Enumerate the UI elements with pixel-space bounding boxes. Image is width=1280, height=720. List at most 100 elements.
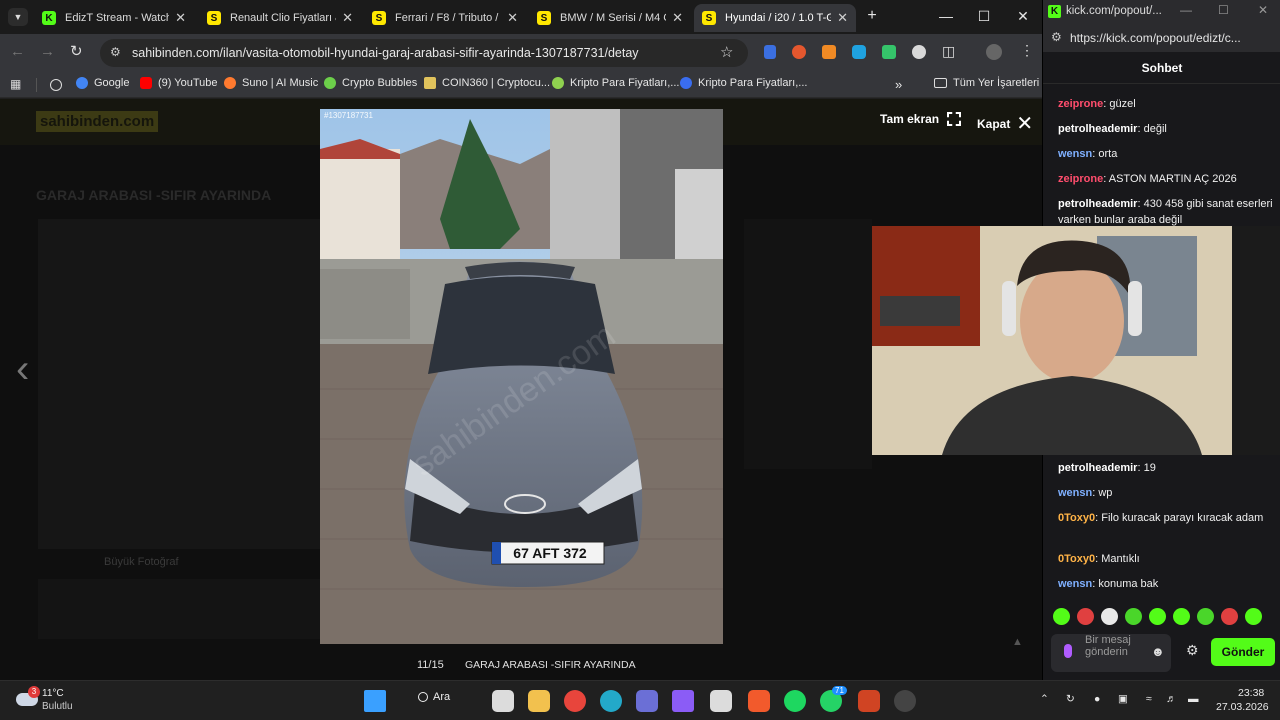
more-bookmarks-icon[interactable]: » xyxy=(895,77,902,92)
emote-icon[interactable] xyxy=(1245,608,1262,625)
forward-icon[interactable]: → xyxy=(40,43,55,60)
teams-icon[interactable] xyxy=(636,690,658,712)
brave-icon[interactable] xyxy=(748,690,770,712)
extension-lightning-icon[interactable] xyxy=(822,45,836,59)
site-settings-icon[interactable]: ⚙ xyxy=(110,45,121,59)
word-icon[interactable] xyxy=(710,690,732,712)
scroll-top-icon[interactable]: ▲ xyxy=(1012,636,1023,648)
start-windows-icon[interactable] xyxy=(364,690,386,712)
extension-shield-icon[interactable] xyxy=(764,45,776,59)
chat-username[interactable]: petrolheademir xyxy=(1058,462,1137,474)
fullscreen-button[interactable]: Tam ekran xyxy=(880,112,962,126)
send-button[interactable]: Gönder xyxy=(1211,638,1275,666)
tab-kick-stream[interactable]: K EdizT Stream - Watch Li ✕ xyxy=(34,4,194,32)
chat-username[interactable]: 0Toxy0 xyxy=(1058,553,1095,565)
clock-date[interactable]: 27.03.2026 xyxy=(1216,701,1269,713)
chat-username[interactable]: zeiprone xyxy=(1058,173,1103,185)
tab-hyundai-i20[interactable]: S Hyundai / i20 / 1.0 T-GD ✕ xyxy=(694,4,856,32)
weather-widget[interactable]: 3 11°C Bulutlu xyxy=(14,686,94,715)
edge-icon[interactable] xyxy=(600,690,622,712)
emote-icon[interactable] xyxy=(1101,608,1118,625)
close-tab-icon[interactable]: ✕ xyxy=(175,10,186,26)
globe-icon[interactable] xyxy=(50,79,62,91)
tray-app-icon[interactable]: ↻ xyxy=(1066,693,1075,705)
chat-username[interactable]: wensn xyxy=(1058,487,1092,499)
tab-ferrari-f8[interactable]: S Ferrari / F8 / Tributo / Fi ✕ xyxy=(364,4,526,32)
emote-icon[interactable] xyxy=(1053,608,1070,625)
close-tab-icon[interactable]: ✕ xyxy=(837,10,848,26)
site-logo[interactable]: sahibinden.com xyxy=(36,111,159,132)
chat-username[interactable]: zeiprone xyxy=(1058,98,1103,110)
extension-play-icon[interactable] xyxy=(882,45,896,59)
close-tab-icon[interactable]: ✕ xyxy=(507,10,518,26)
bookmark-star-icon[interactable]: ☆ xyxy=(720,43,733,61)
battery-icon[interactable]: ▬ xyxy=(1188,693,1199,705)
file-explorer-icon[interactable] xyxy=(528,690,550,712)
powerpoint-icon[interactable] xyxy=(858,690,880,712)
apps-grid-icon[interactable]: ▦ xyxy=(10,77,21,91)
chat-username[interactable]: petrolheademir xyxy=(1058,123,1137,135)
emote-icon[interactable] xyxy=(1173,608,1190,625)
chat-message-input[interactable]: Bir mesaj gönderin ☻ xyxy=(1051,634,1171,672)
extensions-puzzle-icon[interactable]: ◫ xyxy=(942,43,955,60)
tab-renault-clio[interactable]: S Renault Clio Fiyatları & ✕ xyxy=(199,4,361,32)
volume-icon[interactable]: ♬ xyxy=(1166,693,1177,705)
clock-time[interactable]: 23:38 xyxy=(1238,687,1264,699)
bookmarks-folder[interactable]: Tüm Yer İşaretleri xyxy=(934,77,1039,89)
emote-icon[interactable] xyxy=(1221,608,1238,625)
minimize-button[interactable]: — xyxy=(936,8,956,24)
chrome-icon[interactable] xyxy=(564,690,586,712)
chat-username[interactable]: wensn xyxy=(1058,148,1092,160)
vpn-icon[interactable] xyxy=(672,690,694,712)
bookmark-coin360[interactable]: COIN360 | Cryptocu... xyxy=(424,77,550,89)
tab-search-button[interactable]: ▼ xyxy=(8,8,28,26)
back-icon[interactable]: ← xyxy=(10,43,25,60)
emote-icon[interactable] xyxy=(1197,608,1214,625)
display-tray-icon[interactable]: ▣ xyxy=(1118,693,1128,705)
prev-photo-arrow-icon[interactable]: ‹ xyxy=(16,347,29,392)
profile-avatar[interactable] xyxy=(986,44,1002,60)
emote-icon[interactable] xyxy=(1077,608,1094,625)
microphone-tray-icon[interactable]: ● xyxy=(1094,693,1100,705)
big-photo-link[interactable]: Büyük Fotoğraf xyxy=(104,556,179,568)
site-info-icon[interactable]: ⚙ xyxy=(1051,30,1062,44)
chat-settings-icon[interactable]: ⚙ xyxy=(1186,642,1199,659)
emote-icon[interactable] xyxy=(1149,608,1166,625)
minimize-button[interactable]: — xyxy=(1180,3,1192,17)
bookmark-crypto-bubbles[interactable]: Crypto Bubbles xyxy=(324,77,417,89)
maximize-button[interactable]: ☐ xyxy=(974,8,994,25)
new-tab-button[interactable]: + xyxy=(862,7,882,25)
bookmark-label: Google xyxy=(94,77,130,89)
bookmark-kripto-1[interactable]: Kripto Para Fiyatları,... xyxy=(552,77,679,89)
tab-bmw-m4[interactable]: S BMW / M Serisi / M4 Co ✕ xyxy=(529,4,691,32)
close-lightbox-button[interactable]: Kapat ✕ xyxy=(977,111,1033,136)
reload-icon[interactable]: ↻ xyxy=(70,42,83,60)
extension-face-icon[interactable] xyxy=(912,45,926,59)
close-tab-icon[interactable]: ✕ xyxy=(672,10,683,26)
chat-username[interactable]: 0Toxy0 xyxy=(1058,512,1095,524)
close-window-button[interactable]: ✕ xyxy=(1013,8,1033,25)
spotify-icon[interactable] xyxy=(784,690,806,712)
address-bar[interactable]: ⚙ sahibinden.com/ilan/vasita-otomobil-hy… xyxy=(100,39,748,67)
bookmark-google[interactable]: Google xyxy=(76,77,129,89)
close-tab-icon[interactable]: ✕ xyxy=(342,10,353,26)
browser-menu-icon[interactable]: ⋮ xyxy=(1020,42,1034,59)
emote-icon[interactable] xyxy=(1125,608,1142,625)
chat-username[interactable]: wensn xyxy=(1058,578,1092,590)
microphone-icon[interactable] xyxy=(1064,644,1072,658)
close-window-button[interactable]: ✕ xyxy=(1258,3,1268,17)
bookmark-suno[interactable]: Suno | AI Music xyxy=(224,77,318,89)
wifi-icon[interactable]: ≈ xyxy=(1146,693,1152,705)
task-view-icon[interactable] xyxy=(492,690,514,712)
chat-username[interactable]: petrolheademir xyxy=(1058,198,1137,210)
maximize-button[interactable]: ☐ xyxy=(1218,3,1229,17)
bookmark-kripto-2[interactable]: Kripto Para Fiyatları,... xyxy=(680,77,807,89)
extension-square-icon[interactable] xyxy=(852,45,866,59)
obs-icon[interactable] xyxy=(894,690,916,712)
taskbar-search[interactable]: Ara xyxy=(418,691,450,703)
extension-fox-icon[interactable] xyxy=(792,45,806,59)
emoji-icon[interactable]: ☻ xyxy=(1151,644,1165,659)
kick-address-bar[interactable]: ⚙ https://kick.com/popout/edizt/c... xyxy=(1043,24,1280,52)
tray-overflow-icon[interactable]: ⌃ xyxy=(1040,693,1049,705)
bookmark-youtube[interactable]: (9) YouTube xyxy=(140,77,218,89)
